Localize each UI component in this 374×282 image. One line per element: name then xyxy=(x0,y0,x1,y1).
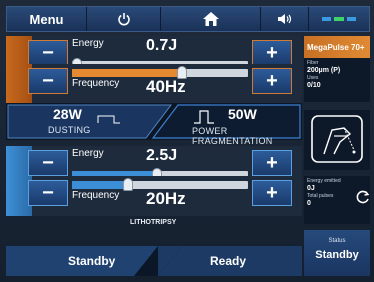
lithotripsy-frequency-slider-knob[interactable] xyxy=(123,178,134,191)
dusting-frequency-row: − Frequency 40Hz + xyxy=(6,64,302,104)
lithotripsy-energy-value: 2.5J xyxy=(146,147,178,164)
home-button[interactable] xyxy=(161,7,261,31)
energy-info-panel: Energy emitted 0J Total pulses 0 xyxy=(304,176,370,224)
dusting-frequency-decrease-button[interactable]: − xyxy=(28,68,68,94)
top-bar: Menu xyxy=(6,6,370,32)
fiber-device-button[interactable] xyxy=(304,110,370,170)
dusting-frequency-slider[interactable] xyxy=(72,69,248,77)
lithotripsy-frequency-increase-button[interactable]: + xyxy=(252,180,292,206)
mode-dusting-watts: 28W xyxy=(53,106,82,122)
mode-power-fragmentation-name: POWER FRAGMENTATION xyxy=(192,126,273,146)
dusting-energy-increase-button[interactable]: + xyxy=(252,40,292,66)
lithotripsy-energy-label: Energy xyxy=(72,148,104,159)
ready-button-label: Ready xyxy=(210,254,247,268)
menu-label: Menu xyxy=(29,11,64,27)
lithotripsy-frequency-value: 20Hz xyxy=(146,189,186,208)
lithotripsy-frequency-decrease-button[interactable]: − xyxy=(28,180,68,206)
home-icon xyxy=(202,12,219,26)
status-label: Status xyxy=(328,238,346,244)
volume-icon xyxy=(277,14,291,24)
status-indicator xyxy=(309,7,369,31)
lithotripsy-energy-decrease-button[interactable]: − xyxy=(28,150,68,176)
status-value: Standby xyxy=(315,249,359,261)
laser-control-screen: Menu − Energy 0.7J + − Frequency 40Hz + … xyxy=(0,0,374,282)
device-name: MegaPulse 70+ xyxy=(307,42,365,52)
dusting-energy-decrease-button[interactable]: − xyxy=(28,40,68,66)
power-button[interactable] xyxy=(87,7,161,31)
status-indicator-icon xyxy=(322,17,356,21)
mode-power-fragmentation-watts: 50W xyxy=(228,106,257,122)
dusting-frequency-value: 40Hz xyxy=(146,77,186,96)
volume-button[interactable] xyxy=(261,7,309,31)
standby-button-label: Standby xyxy=(68,254,116,268)
bottom-bar: Standby Ready xyxy=(6,246,302,276)
dusting-frequency-increase-button[interactable]: + xyxy=(252,68,292,94)
uses-value: 0/10 xyxy=(307,82,321,89)
lithotripsy-mode-label: LITHOTRIPSY xyxy=(130,219,177,226)
status-panel: Status Standby xyxy=(304,230,370,276)
mode-selector: 28W DUSTING 50W POWER FRAGMENTATION xyxy=(6,103,302,146)
dusting-energy-value: 0.7J xyxy=(146,37,178,54)
lithotripsy-frequency-label: Frequency xyxy=(72,190,120,201)
bottom-bar-divider xyxy=(6,246,302,276)
dusting-frequency-slider-knob[interactable] xyxy=(176,66,187,79)
lithotripsy-frequency-row: − Frequency 20Hz + xyxy=(6,176,302,216)
lithotripsy-energy-increase-button[interactable]: + xyxy=(252,150,292,176)
power-icon xyxy=(117,13,130,26)
fiber-value: 200µm (P) xyxy=(307,67,341,74)
mode-dusting-name: DUSTING xyxy=(48,125,91,135)
fiber-info-panel: Fiber 200µm (P) Uses 0/10 xyxy=(304,58,370,102)
menu-button[interactable]: Menu xyxy=(7,7,87,31)
reset-counter-icon[interactable] xyxy=(356,190,370,204)
lithotripsy-frequency-slider[interactable] xyxy=(72,181,248,189)
dusting-frequency-label: Frequency xyxy=(72,78,120,89)
dusting-energy-label: Energy xyxy=(72,38,104,49)
fiber-handpiece-icon xyxy=(311,115,363,163)
device-name-header: MegaPulse 70+ xyxy=(304,36,370,58)
